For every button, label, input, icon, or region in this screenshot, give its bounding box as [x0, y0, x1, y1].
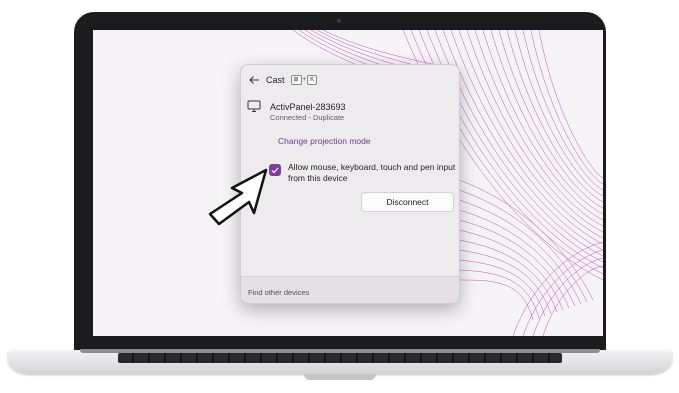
cursor-arrow-icon: [208, 168, 268, 226]
disconnect-button[interactable]: Disconnect: [361, 192, 454, 212]
back-arrow-icon[interactable]: [249, 75, 260, 85]
shortcut-hint: ⊞ + K: [290, 75, 318, 85]
cast-header: Cast ⊞ + K: [249, 71, 318, 89]
device-name[interactable]: ActivPanel-283693: [270, 102, 346, 112]
k-key: K: [307, 75, 318, 85]
cast-title: Cast: [266, 75, 285, 85]
camera: [337, 19, 341, 23]
cast-panel: Cast ⊞ + K ActivPanel-283693 Connected -…: [240, 64, 460, 304]
device-status: Connected - Duplicate: [270, 113, 345, 122]
keyboard-edge: [118, 353, 562, 363]
monitor-icon: [247, 100, 261, 112]
change-projection-mode-link[interactable]: Change projection mode: [278, 136, 371, 146]
laptop-hinge-edge: [80, 349, 600, 353]
checkmark-icon: [271, 167, 279, 173]
allow-input-label: Allow mouse, keyboard, touch and pen inp…: [288, 162, 456, 183]
windows-key-icon: ⊞: [290, 75, 302, 85]
find-other-devices-link[interactable]: Find other devices: [248, 288, 309, 297]
laptop-notch: [304, 374, 376, 380]
shortcut-plus: +: [302, 77, 307, 83]
